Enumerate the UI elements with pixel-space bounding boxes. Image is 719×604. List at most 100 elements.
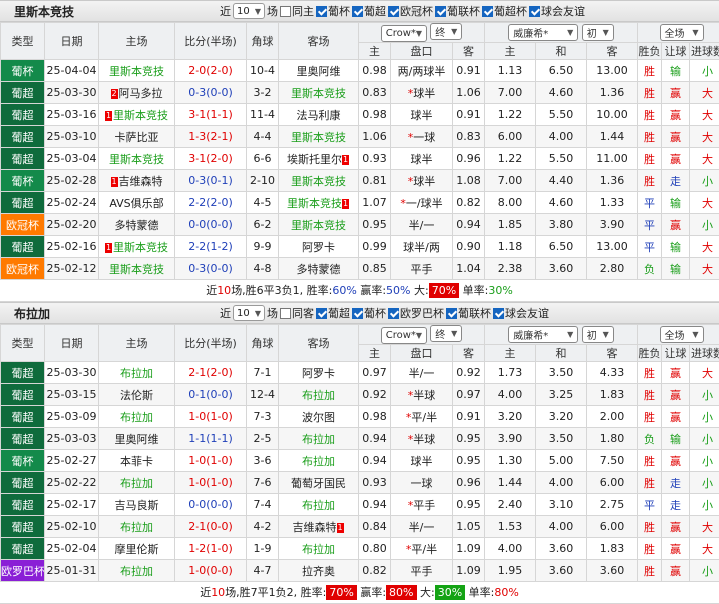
home-team[interactable]: 2阿马多拉 <box>99 82 175 104</box>
home-team[interactable]: 卡萨比亚 <box>99 126 175 148</box>
same-venue-checkbox[interactable]: 同主 <box>280 3 314 19</box>
home-team[interactable]: 1里斯本竞技 <box>99 104 175 126</box>
match-score[interactable]: 1-3(2-1) <box>175 126 247 148</box>
away-team[interactable]: 葡萄牙国民 <box>279 472 359 494</box>
away-team[interactable]: 多特蒙德 <box>279 258 359 280</box>
league-filter-checkbox[interactable]: 欧冠杯 <box>388 3 433 19</box>
odds-timing-select[interactable]: 终▼ <box>430 325 462 342</box>
league-type-cell[interactable]: 葡杯 <box>1 450 45 472</box>
match-score[interactable]: 1-2(1-0) <box>175 538 247 560</box>
match-score[interactable]: 3-1(2-0) <box>175 148 247 170</box>
recent-count-select[interactable]: 10▼ <box>233 305 265 321</box>
home-team[interactable]: 布拉加 <box>99 362 175 384</box>
league-filter-checkbox[interactable]: 葡杯 <box>352 305 386 321</box>
home-team[interactable]: 法伦斯 <box>99 384 175 406</box>
league-filter-checkbox[interactable]: 葡超 <box>316 305 350 321</box>
away-team[interactable]: 布拉加 <box>279 450 359 472</box>
table-row[interactable]: 葡杯25-02-281吉维森特0-3(0-1)2-10里斯本竞技0.81*球半1… <box>1 170 719 192</box>
match-score[interactable]: 0-0(0-0) <box>175 214 247 236</box>
away-team[interactable]: 布拉加 <box>279 538 359 560</box>
table-row[interactable]: 葡超25-03-30布拉加2-1(2-0)7-1阿罗卡0.97半/一0.921.… <box>1 362 719 384</box>
home-team[interactable]: 本菲卡 <box>99 450 175 472</box>
checkbox-icon[interactable] <box>493 308 504 319</box>
checkbox-icon[interactable] <box>352 308 363 319</box>
league-type-cell[interactable]: 葡超 <box>1 126 45 148</box>
table-row[interactable]: 葡超25-02-04摩里伦斯1-2(1-0)1-9布拉加0.80*平/半1.09… <box>1 538 719 560</box>
odds-timing-select[interactable]: 终▼ <box>430 23 462 40</box>
league-type-cell[interactable]: 葡超 <box>1 472 45 494</box>
bookmaker-select-william[interactable]: 威廉希*▼ <box>508 326 578 343</box>
home-team[interactable]: 里斯本竞技 <box>99 60 175 82</box>
away-team[interactable]: 里斯本竞技 <box>279 82 359 104</box>
checkbox-icon[interactable] <box>446 308 457 319</box>
match-score[interactable]: 2-0(2-0) <box>175 60 247 82</box>
away-team[interactable]: 布拉加 <box>279 494 359 516</box>
bookmaker-select-crow[interactable]: Crow*▼ <box>381 327 427 344</box>
checkbox-icon[interactable] <box>529 6 540 17</box>
away-team[interactable]: 阿罗卡 <box>279 362 359 384</box>
checkbox-icon[interactable] <box>435 6 446 17</box>
table-row[interactable]: 葡超25-03-15法伦斯0-1(0-0)12-4布拉加0.92*半球0.974… <box>1 384 719 406</box>
checkbox-icon[interactable] <box>352 6 363 17</box>
league-type-cell[interactable]: 葡超 <box>1 384 45 406</box>
table-row[interactable]: 葡超25-03-10卡萨比亚1-3(2-1)4-4里斯本竞技1.06*一球0.8… <box>1 126 719 148</box>
league-type-cell[interactable]: 葡超 <box>1 538 45 560</box>
table-row[interactable]: 欧冠杯25-02-12里斯本竞技0-3(0-0)4-8多特蒙德0.85平手1.0… <box>1 258 719 280</box>
match-score[interactable]: 1-0(0-0) <box>175 560 247 582</box>
league-type-cell[interactable]: 葡杯 <box>1 170 45 192</box>
table-row[interactable]: 葡超25-03-03里奥阿维1-1(1-1)2-5布拉加0.94*半球0.953… <box>1 428 719 450</box>
checkbox-icon[interactable] <box>280 6 291 17</box>
away-team[interactable]: 里斯本竞技 <box>279 170 359 192</box>
scope-select[interactable]: 全场▼ <box>660 326 704 343</box>
away-team[interactable]: 布拉加 <box>279 428 359 450</box>
same-venue-checkbox[interactable]: 同客 <box>280 305 314 321</box>
bookmaker-select-william[interactable]: 威廉希*▼ <box>508 24 578 41</box>
home-team[interactable]: 布拉加 <box>99 472 175 494</box>
home-team[interactable]: 1吉维森特 <box>99 170 175 192</box>
home-team[interactable]: AVS俱乐部 <box>99 192 175 214</box>
table-row[interactable]: 葡杯25-04-04里斯本竞技2-0(2-0)10-4里奥阿维0.98两/两球半… <box>1 60 719 82</box>
match-score[interactable]: 1-0(1-0) <box>175 450 247 472</box>
odds-timing-select[interactable]: 初▼ <box>582 326 614 343</box>
table-row[interactable]: 欧冠杯25-02-20多特蒙德0-0(0-0)6-2里斯本竞技0.95半/一0.… <box>1 214 719 236</box>
checkbox-icon[interactable] <box>482 6 493 17</box>
home-team[interactable]: 布拉加 <box>99 560 175 582</box>
match-score[interactable]: 0-3(0-0) <box>175 82 247 104</box>
match-score[interactable]: 1-0(1-0) <box>175 472 247 494</box>
away-team[interactable]: 吉维森特1 <box>279 516 359 538</box>
away-team[interactable]: 里斯本竞技 <box>279 214 359 236</box>
checkbox-icon[interactable] <box>316 6 327 17</box>
match-score[interactable]: 0-1(0-0) <box>175 384 247 406</box>
match-score[interactable]: 0-3(0-0) <box>175 258 247 280</box>
league-type-cell[interactable]: 欧冠杯 <box>1 258 45 280</box>
table-row[interactable]: 葡超25-02-17吉马良斯0-0(0-0)7-4布拉加0.94*平手0.952… <box>1 494 719 516</box>
away-team[interactable]: 阿罗卡 <box>279 236 359 258</box>
recent-count-select[interactable]: 10▼ <box>233 3 265 19</box>
league-type-cell[interactable]: 葡杯 <box>1 60 45 82</box>
league-type-cell[interactable]: 葡超 <box>1 104 45 126</box>
match-score[interactable]: 0-3(0-1) <box>175 170 247 192</box>
match-score[interactable]: 2-2(2-0) <box>175 192 247 214</box>
table-row[interactable]: 葡超25-02-10布拉加2-1(0-0)4-2吉维森特10.84半/一1.05… <box>1 516 719 538</box>
home-team[interactable]: 里奥阿维 <box>99 428 175 450</box>
league-type-cell[interactable]: 葡超 <box>1 192 45 214</box>
match-score[interactable]: 2-1(0-0) <box>175 516 247 538</box>
home-team[interactable]: 吉马良斯 <box>99 494 175 516</box>
match-score[interactable]: 2-1(2-0) <box>175 362 247 384</box>
match-score[interactable]: 1-1(1-1) <box>175 428 247 450</box>
match-score[interactable]: 2-2(1-2) <box>175 236 247 258</box>
home-team[interactable]: 布拉加 <box>99 406 175 428</box>
home-team[interactable]: 摩里伦斯 <box>99 538 175 560</box>
odds-timing-select[interactable]: 初▼ <box>582 24 614 41</box>
table-row[interactable]: 葡超25-03-302阿马多拉0-3(0-0)3-2里斯本竞技0.83*球半1.… <box>1 82 719 104</box>
bookmaker-select-crow[interactable]: Crow*▼ <box>381 25 427 42</box>
league-filter-checkbox[interactable]: 葡超杯 <box>482 3 527 19</box>
match-score[interactable]: 0-0(0-0) <box>175 494 247 516</box>
table-row[interactable]: 葡超25-03-04里斯本竞技3-1(2-0)6-6埃斯托里尔10.93球半0.… <box>1 148 719 170</box>
league-type-cell[interactable]: 葡超 <box>1 236 45 258</box>
league-type-cell[interactable]: 葡超 <box>1 428 45 450</box>
away-team[interactable]: 法马利康 <box>279 104 359 126</box>
match-score[interactable]: 1-0(1-0) <box>175 406 247 428</box>
league-type-cell[interactable]: 葡超 <box>1 362 45 384</box>
home-team[interactable]: 多特蒙德 <box>99 214 175 236</box>
